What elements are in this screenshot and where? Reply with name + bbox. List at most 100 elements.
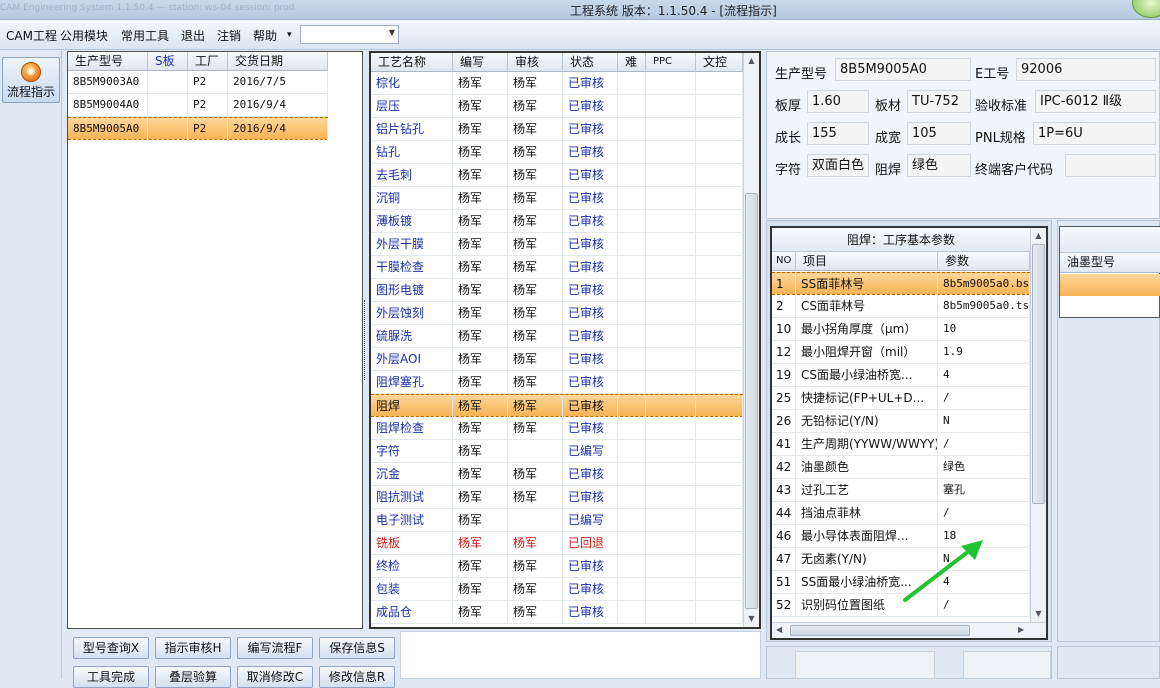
table-row[interactable]: 包装 杨军 杨军 已审核 bbox=[371, 578, 743, 601]
table-row[interactable]: 19 CS面最小绿油桥宽... 4 bbox=[772, 364, 1030, 387]
table-row[interactable]: 阻抗测试 杨军 杨军 已审核 bbox=[371, 486, 743, 509]
col-header-ink[interactable]: 油墨型号 bbox=[1060, 253, 1160, 273]
table-row[interactable]: 41 生产周期(YYWW/WWYY) / bbox=[772, 433, 1030, 456]
table-row[interactable]: 25 快捷标记(FP+UL+D... / bbox=[772, 387, 1030, 410]
scroll-right-icon[interactable]: ▶ bbox=[1018, 625, 1024, 634]
table-row[interactable]: 图形电镀 杨军 杨军 已审核 bbox=[371, 279, 743, 302]
table-row[interactable]: 26 无铅标记(Y/N) N bbox=[772, 410, 1030, 433]
table-row[interactable]: 干膜检查 杨军 杨军 已审核 bbox=[371, 256, 743, 279]
table-row[interactable]: 8B5M9004A0 P2 2016/9/4 bbox=[68, 94, 328, 117]
length-field[interactable]: 155 bbox=[807, 122, 869, 145]
review-instruction-button[interactable]: 指示审核H bbox=[155, 637, 231, 659]
col-header-status[interactable]: 状态 bbox=[563, 53, 618, 72]
edit-info-button[interactable]: 修改信息R bbox=[319, 666, 395, 688]
table-row[interactable]: 12 最小阻焊开窗（mil） 1.9 bbox=[772, 341, 1030, 364]
col-header-process[interactable]: 工艺名称 bbox=[371, 53, 453, 72]
menu-cam[interactable]: CAM工程 bbox=[6, 27, 57, 44]
process-scrollbar[interactable]: ▲ ▼ bbox=[743, 53, 759, 627]
table-row[interactable]: 字符 杨军 已编写 bbox=[371, 440, 743, 463]
splitter-handle[interactable] bbox=[364, 300, 368, 380]
menu-help[interactable]: 帮助 bbox=[253, 27, 277, 44]
table-row[interactable]: 硫脲洗 杨军 杨军 已审核 bbox=[371, 325, 743, 348]
tool-complete-button[interactable]: 工具完成 bbox=[73, 666, 149, 688]
table-row[interactable]: 去毛刺 杨军 杨军 已审核 bbox=[371, 164, 743, 187]
col-header-writer[interactable]: 编写 bbox=[453, 53, 508, 72]
col-header-date[interactable]: 交货日期 bbox=[228, 52, 328, 71]
standard-field[interactable]: IPC-6012 Ⅱ级 bbox=[1035, 90, 1156, 113]
table-row[interactable]: 薄板镀 杨军 杨军 已审核 bbox=[371, 210, 743, 233]
params-scrollbar[interactable]: ▲ ▼ bbox=[1030, 228, 1046, 622]
material-field[interactable]: TU-752 bbox=[907, 90, 971, 113]
table-row[interactable]: 8B5M9005A0 P2 2016/9/4 bbox=[68, 117, 328, 141]
process-scroll-thumb[interactable] bbox=[745, 193, 758, 609]
table-row[interactable]: 10 最小拐角厚度（μm） 10 bbox=[772, 318, 1030, 341]
table-row[interactable]: 成品仓 杨军 杨军 已审核 bbox=[371, 601, 743, 624]
scroll-left-icon[interactable]: ◀ bbox=[776, 625, 782, 634]
table-row[interactable]: 外层AOI 杨军 杨军 已审核 bbox=[371, 348, 743, 371]
scroll-down-icon[interactable]: ▼ bbox=[744, 611, 759, 627]
table-row[interactable]: 8B5M9003A0 P2 2016/7/5 bbox=[68, 71, 328, 94]
table-row[interactable]: 2 CS面菲林号 8b5m9005a0.ts bbox=[772, 295, 1030, 318]
table-row[interactable]: 阻焊塞孔 杨军 杨军 已审核 bbox=[371, 371, 743, 394]
table-row[interactable]: 铣板 杨军 杨军 已回退 bbox=[371, 532, 743, 555]
bottom-field-2[interactable] bbox=[963, 651, 1051, 679]
col-header-factory[interactable]: 工厂 bbox=[188, 52, 228, 71]
close-orb-icon[interactable] bbox=[1132, 0, 1160, 18]
table-row[interactable]: 1 SS面菲林号 8b5m9005a0.bs bbox=[772, 272, 1030, 296]
flow-indicator-button[interactable]: ◉ 流程指示 bbox=[2, 57, 60, 103]
table-row[interactable]: 沉金 杨军 杨军 已审核 bbox=[371, 463, 743, 486]
table-row[interactable]: 电子测试 杨军 已编写 bbox=[371, 509, 743, 532]
menu-tools[interactable]: 常用工具 bbox=[121, 27, 169, 44]
bottom-field-1[interactable] bbox=[795, 651, 935, 679]
col-header-model[interactable]: 生产型号 bbox=[68, 52, 148, 71]
params-scroll-thumb[interactable] bbox=[1032, 244, 1045, 504]
chevron-down-icon[interactable]: ▼ bbox=[389, 28, 395, 37]
menu-combo-box[interactable]: ▼ bbox=[300, 25, 399, 44]
table-cell: N bbox=[938, 410, 1030, 433]
stackup-calc-button[interactable]: 叠层验算 bbox=[155, 666, 231, 688]
col-header-no[interactable]: NO bbox=[772, 252, 796, 271]
pnl-field[interactable]: 1P=6U bbox=[1033, 122, 1156, 145]
scroll-up-icon[interactable]: ▲ bbox=[1031, 228, 1046, 244]
col-header-ppc[interactable]: PPC bbox=[646, 53, 696, 72]
col-header-item[interactable]: 项目 bbox=[796, 252, 938, 271]
table-row[interactable]: 钻孔 杨军 杨军 已审核 bbox=[371, 141, 743, 164]
width-field[interactable]: 105 bbox=[907, 122, 971, 145]
params-hscrollbar[interactable]: ◀ ▶ bbox=[772, 622, 1046, 638]
thickness-field[interactable]: 1.60 bbox=[807, 90, 869, 113]
col-header-s[interactable]: S板 bbox=[148, 52, 188, 71]
table-row[interactable]: 棕化 杨军 杨军 已审核 bbox=[371, 72, 743, 95]
table-row[interactable]: 终检 杨军 杨军 已审核 bbox=[371, 555, 743, 578]
save-info-button[interactable]: 保存信息S bbox=[319, 637, 395, 659]
table-row[interactable]: 外层蚀刻 杨军 杨军 已审核 bbox=[371, 302, 743, 325]
customer-code-field[interactable] bbox=[1065, 154, 1156, 177]
ink-selected-row[interactable] bbox=[1060, 274, 1160, 296]
menu-exit[interactable]: 退出 bbox=[181, 27, 205, 44]
table-row[interactable]: 外层干膜 杨军 杨军 已审核 bbox=[371, 233, 743, 256]
params-hscroll-thumb[interactable] bbox=[790, 625, 970, 636]
scroll-up-icon[interactable]: ▲ bbox=[744, 53, 759, 69]
soldermask-field[interactable]: 绿色 bbox=[907, 154, 971, 177]
help-dropdown-icon[interactable]: ▾ bbox=[287, 30, 292, 40]
model-query-button[interactable]: 型号查询X bbox=[73, 637, 149, 659]
table-row[interactable]: 43 过孔工艺 塞孔 bbox=[772, 479, 1030, 502]
menu-common-modules[interactable]: 公用模块 bbox=[60, 27, 108, 44]
col-header-difficulty[interactable]: 难 bbox=[618, 53, 646, 72]
table-row[interactable]: 阻焊 杨军 杨军 已审核 bbox=[371, 394, 743, 418]
col-header-doc-control[interactable]: 文控 bbox=[696, 53, 743, 72]
col-header-value[interactable]: 参数 bbox=[938, 252, 1030, 271]
cancel-edit-button[interactable]: 取消修改C bbox=[237, 666, 313, 688]
silkscreen-field[interactable]: 双面白色 bbox=[807, 154, 869, 177]
table-row[interactable]: 44 挡油点菲林 / bbox=[772, 502, 1030, 525]
table-row[interactable]: 沉铜 杨军 杨军 已审核 bbox=[371, 187, 743, 210]
table-row[interactable]: 层压 杨军 杨军 已审核 bbox=[371, 95, 743, 118]
table-row[interactable]: 阻焊检查 杨军 杨军 已审核 bbox=[371, 417, 743, 440]
edit-flow-button[interactable]: 编写流程F bbox=[237, 637, 313, 659]
table-row[interactable]: 铝片钻孔 杨军 杨军 已审核 bbox=[371, 118, 743, 141]
menu-logout[interactable]: 注销 bbox=[217, 27, 241, 44]
table-row[interactable]: 42 油墨颜色 绿色 bbox=[772, 456, 1030, 479]
col-header-reviewer[interactable]: 审核 bbox=[508, 53, 563, 72]
eno-field[interactable]: 92006 bbox=[1016, 58, 1156, 81]
model-field[interactable]: 8B5M9005A0 bbox=[835, 58, 971, 81]
scroll-down-icon[interactable]: ▼ bbox=[1031, 606, 1046, 622]
